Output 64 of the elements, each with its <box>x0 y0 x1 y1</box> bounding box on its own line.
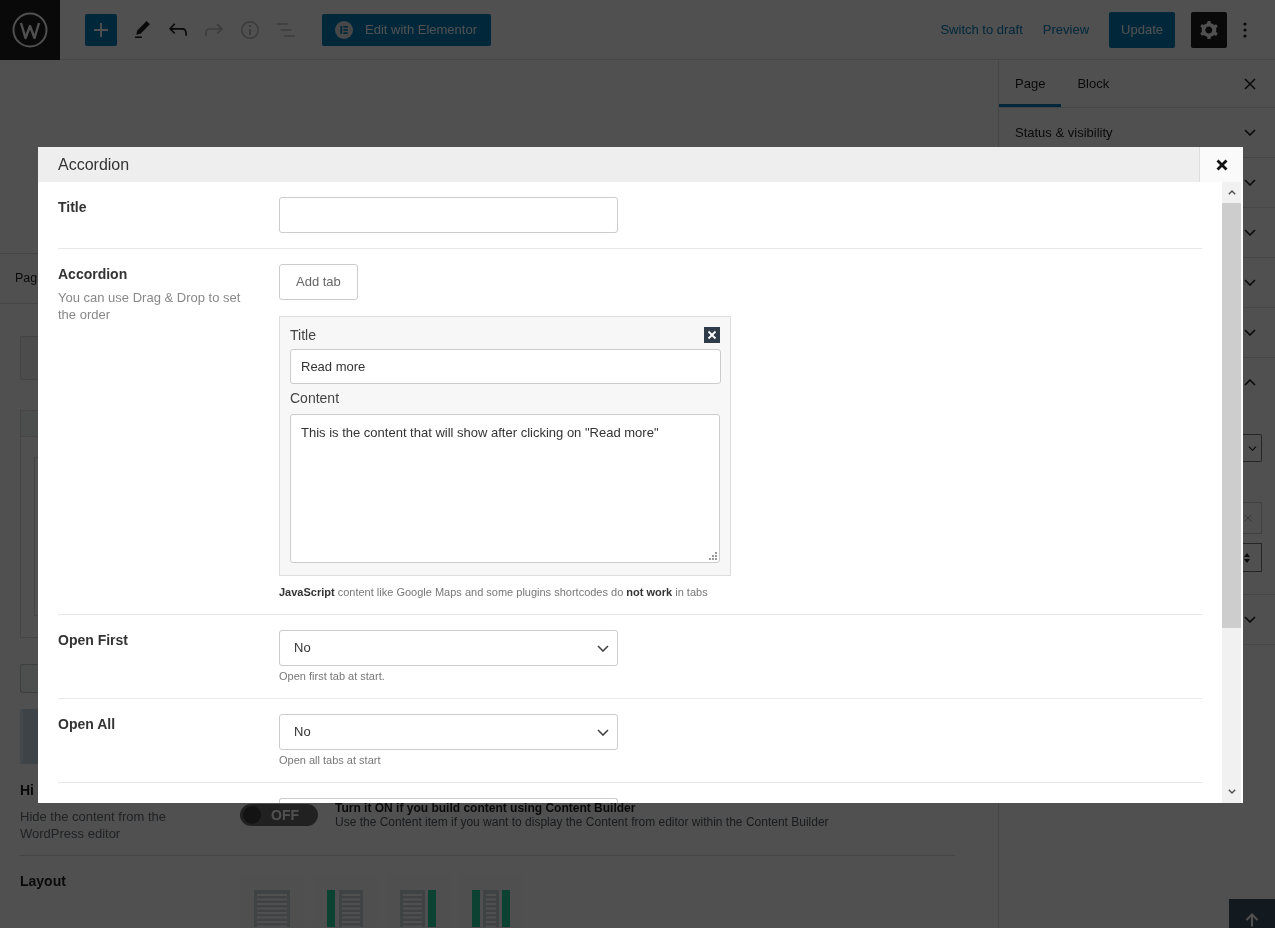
number-field[interactable] <box>1243 543 1262 572</box>
close-icon <box>1244 77 1256 90</box>
scrollbar-thumb[interactable] <box>1222 203 1241 628</box>
close-icon[interactable] <box>704 327 720 343</box>
add-tab-button[interactable]: Add tab <box>279 264 358 300</box>
builder-logo-icon <box>335 20 353 39</box>
arrow-up-icon <box>1245 913 1259 927</box>
more-icon <box>1243 21 1247 38</box>
text-field[interactable] <box>279 197 618 233</box>
text-field[interactable]: Read more <box>290 349 721 384</box>
chevron-down-icon <box>597 729 609 736</box>
scrollbar[interactable] <box>1222 182 1241 803</box>
scroll-down-icon[interactable] <box>1227 789 1236 794</box>
field-description: You can use Drag & Drop to set the order <box>58 289 242 323</box>
add-block-button[interactable] <box>85 13 117 46</box>
field-label: Accordion <box>58 265 128 284</box>
field-label: Title <box>290 326 316 344</box>
content-field[interactable]: This is the content that will show after clicking on "Read more" <box>290 414 720 563</box>
chevron-down-icon[interactable] <box>1244 229 1256 236</box>
highlight-panel-edge <box>20 709 38 764</box>
text-field[interactable] <box>279 798 618 803</box>
field-hint: Open all tabs at start <box>279 753 381 767</box>
sidebar-tab[interactable]: Block <box>1061 60 1126 107</box>
field-label: Content <box>290 389 340 407</box>
sidebar-tab[interactable]: Page <box>999 60 1062 107</box>
help-title: Turn it ON if you build content using Content Builder <box>335 801 636 815</box>
update-button[interactable]: Update <box>1109 11 1175 48</box>
field-label: Open All <box>58 715 116 734</box>
chevron-down-icon <box>1247 445 1257 451</box>
pencil-icon <box>134 21 150 38</box>
dropdown[interactable]: No <box>279 714 618 750</box>
setting-label: Layout <box>20 872 66 891</box>
scroll-to-top-button[interactable] <box>1229 899 1275 928</box>
resize-grip-icon[interactable] <box>709 552 717 560</box>
logo-icon[interactable] <box>0 0 60 60</box>
settings-button[interactable] <box>1191 11 1227 48</box>
field-label: Open First <box>58 631 128 650</box>
setting-label: Hi <box>20 781 34 800</box>
dialog-title: Accordion <box>57 154 130 175</box>
chevron-down-icon[interactable] <box>1244 616 1256 623</box>
scroll-up-icon[interactable] <box>1227 190 1236 195</box>
field-label: Title <box>58 198 87 217</box>
settings-icon <box>1200 20 1218 39</box>
button-edge[interactable] <box>20 664 38 693</box>
chevron-down-icon[interactable] <box>1244 279 1256 286</box>
chevron-down-icon[interactable] <box>1244 179 1256 186</box>
panel-title[interactable]: Status & visibility <box>1015 122 1113 143</box>
chevron-down-icon[interactable] <box>1244 129 1256 136</box>
dropdown[interactable]: No <box>279 630 618 666</box>
field-hint: Open first tab at start. <box>279 669 385 683</box>
undo-icon <box>169 23 187 36</box>
notice-panel-edge <box>20 336 38 380</box>
plus-icon <box>94 22 108 37</box>
header-link[interactable]: Preview <box>1042 19 1090 40</box>
builder-button[interactable]: Edit with Elementor <box>322 13 491 46</box>
field-note: JavaScript content like Google Maps and some plugins shortcodes do not work in tabs <box>279 585 708 599</box>
chevron-down-icon[interactable] <box>1244 329 1256 336</box>
chevron-up-icon[interactable] <box>1244 379 1256 386</box>
close-icon <box>1215 158 1228 171</box>
header-link[interactable]: Switch to draft <box>940 19 1023 40</box>
tab[interactable]: Pag <box>15 269 38 288</box>
spinner-arrows-icon[interactable] <box>1244 552 1250 563</box>
clear-icon[interactable] <box>1244 514 1252 522</box>
chevron-down-icon <box>597 645 609 652</box>
